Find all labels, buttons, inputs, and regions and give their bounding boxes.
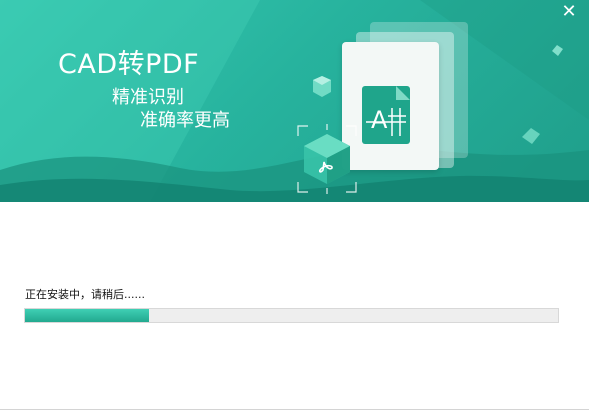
banner: A CAD转PDF 精准识别 准确率更高 ✕	[0, 0, 589, 202]
banner-headline: CAD转PDF	[58, 49, 200, 80]
pdf-cube-icon	[297, 124, 357, 194]
close-icon[interactable]: ✕	[561, 3, 577, 21]
banner-background	[0, 0, 589, 202]
svg-text:A: A	[371, 106, 388, 134]
banner-tagline-2: 准确率更高	[140, 110, 230, 131]
install-progress-fill	[25, 309, 149, 322]
cad-file-icon: A	[362, 86, 410, 144]
installer-window: A CAD转PDF 精准识别 准确率更高 ✕ 正在安装中，请稍后......	[0, 0, 589, 410]
install-progress-bar	[24, 308, 559, 323]
install-status-text: 正在安装中，请稍后......	[25, 288, 145, 301]
